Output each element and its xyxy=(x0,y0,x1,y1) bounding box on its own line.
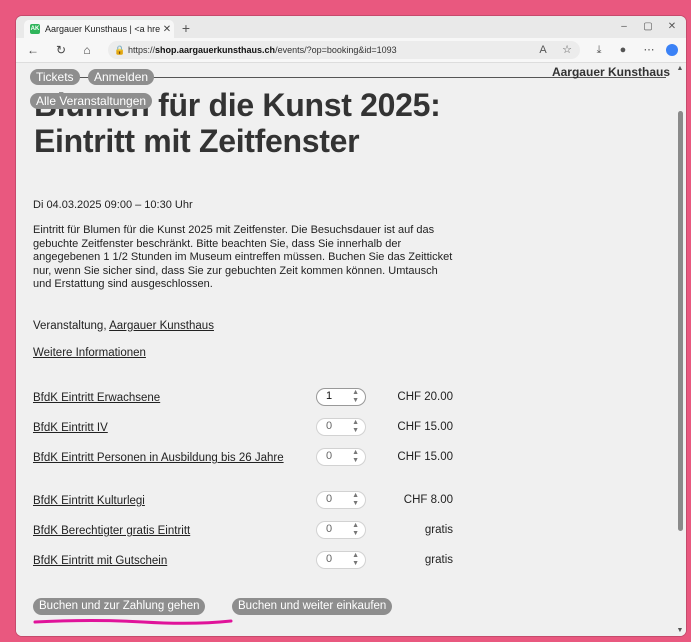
tab-close-icon[interactable]: ✕ xyxy=(160,24,174,35)
scroll-up-icon[interactable]: ▲ xyxy=(676,65,684,72)
event-title-line2: Eintritt mit Zeitfenster xyxy=(34,123,360,159)
maximize-icon[interactable]: ▢ xyxy=(636,18,660,36)
profile-icon[interactable]: ● xyxy=(614,41,632,59)
url-host: shop.aargauerkunsthaus.ch xyxy=(155,45,276,55)
page-content: Tickets Anmelden Aargauer Kunsthaus Blum… xyxy=(16,63,674,636)
stepper-arrows-icon[interactable]: ▲ ▼ xyxy=(352,522,359,538)
all-events-button[interactable]: Alle Veranstaltungen xyxy=(30,93,153,109)
quantity-value: 0 xyxy=(326,523,333,535)
highlight-underline xyxy=(33,619,233,625)
quantity-value: 0 xyxy=(326,493,333,505)
browser-window: AK Aargauer Kunsthaus | <a href="h ✕ + –… xyxy=(16,16,686,636)
stepper-arrows-icon[interactable]: ▲ ▼ xyxy=(352,449,359,465)
organizer-prefix: Veranstaltung, xyxy=(33,320,107,332)
quantity-stepper[interactable]: 0 ▲ ▼ xyxy=(317,492,365,508)
new-tab-icon[interactable]: + xyxy=(178,20,194,36)
event-date: Di 04.03.2025 09:00 – 10:30 Uhr xyxy=(33,199,193,211)
stepper-arrows-icon[interactable]: ▲ ▼ xyxy=(352,552,359,568)
close-window-icon[interactable]: ✕ xyxy=(660,18,684,36)
quantity-stepper[interactable]: 0 ▲ ▼ xyxy=(317,522,365,538)
quantity-stepper[interactable]: 1 ▲ ▼ xyxy=(317,389,365,405)
ticket-name[interactable]: BfdK Berechtigter gratis Eintritt xyxy=(33,524,293,538)
quantity-stepper[interactable]: 0 ▲ ▼ xyxy=(317,552,365,568)
title-bar: AK Aargauer Kunsthaus | <a href="h ✕ + –… xyxy=(16,16,686,38)
copilot-icon[interactable] xyxy=(666,44,678,56)
quantity-value: 0 xyxy=(326,450,333,462)
minimize-icon[interactable]: – xyxy=(612,18,636,36)
read-aloud-icon[interactable]: A xyxy=(534,41,552,59)
ticket-price: CHF 8.00 xyxy=(403,494,453,506)
brand-link[interactable]: Aargauer Kunsthaus xyxy=(552,65,670,79)
book-and-pay-button[interactable]: Buchen und zur Zahlung gehen xyxy=(33,598,206,615)
more-menu-icon[interactable]: ⋯ xyxy=(640,41,658,59)
quantity-value: 0 xyxy=(326,553,333,565)
stepper-arrows-icon[interactable]: ▲ ▼ xyxy=(352,389,359,405)
ticket-name[interactable]: BfdK Eintritt IV xyxy=(33,421,293,435)
tab-title: Aargauer Kunsthaus | <a href="h xyxy=(45,24,160,34)
scroll-down-icon[interactable]: ▼ xyxy=(676,627,684,634)
ticket-price: CHF 15.00 xyxy=(397,451,453,463)
browser-tab[interactable]: AK Aargauer Kunsthaus | <a href="h ✕ xyxy=(24,20,174,38)
downloads-icon[interactable]: ⤓ xyxy=(590,41,608,59)
url-path: /events/?op=booking&id=1093 xyxy=(275,45,397,55)
ticket-price: CHF 15.00 xyxy=(397,421,453,433)
quantity-stepper[interactable]: 0 ▲ ▼ xyxy=(317,419,365,435)
ticket-price: CHF 20.00 xyxy=(397,391,453,403)
organizer-line: Veranstaltung, Aargauer Kunsthaus xyxy=(33,320,214,332)
quantity-value: 0 xyxy=(326,420,333,432)
event-description: Eintritt für Blumen für die Kunst 2025 m… xyxy=(33,224,453,290)
stepper-arrows-icon[interactable]: ▲ ▼ xyxy=(352,492,359,508)
back-icon[interactable]: ← xyxy=(24,41,42,59)
ticket-name[interactable]: BfdK Eintritt Personen in Ausbildung bis… xyxy=(33,451,293,465)
vertical-scrollbar[interactable]: ▲ ▼ xyxy=(674,63,686,636)
ticket-name[interactable]: BfdK Eintritt Kulturlegi xyxy=(33,494,293,508)
stepper-arrows-icon[interactable]: ▲ ▼ xyxy=(352,419,359,435)
ticket-price: gratis xyxy=(424,554,453,566)
site-favicon-icon: AK xyxy=(30,24,40,34)
organizer-link[interactable]: Aargauer Kunsthaus xyxy=(109,320,214,332)
login-button[interactable]: Anmelden xyxy=(88,69,155,85)
book-and-continue-button[interactable]: Buchen und weiter einkaufen xyxy=(232,598,393,615)
address-toolbar: ← ↻ ⌂ 🔒 https:// shop.aargauerkunsthaus.… xyxy=(16,38,686,63)
ticket-name[interactable]: BfdK Eintritt mit Gutschein xyxy=(33,554,293,568)
ticket-name[interactable]: BfdK Eintritt Erwachsene xyxy=(33,391,293,405)
quantity-value: 1 xyxy=(326,390,333,402)
ticket-price: gratis xyxy=(424,524,453,536)
address-bar[interactable]: 🔒 https:// shop.aargauerkunsthaus.ch /ev… xyxy=(108,41,580,59)
scrollbar-thumb[interactable] xyxy=(678,111,683,531)
home-icon[interactable]: ⌂ xyxy=(78,41,96,59)
quantity-stepper[interactable]: 0 ▲ ▼ xyxy=(317,449,365,465)
favorite-star-icon[interactable]: ☆ xyxy=(558,41,576,59)
tickets-button[interactable]: Tickets xyxy=(30,69,80,85)
more-info-link[interactable]: Weitere Informationen xyxy=(33,347,146,359)
reload-icon[interactable]: ↻ xyxy=(52,41,70,59)
url-prefix: https:// xyxy=(128,45,156,55)
lock-icon: 🔒 xyxy=(114,44,126,55)
